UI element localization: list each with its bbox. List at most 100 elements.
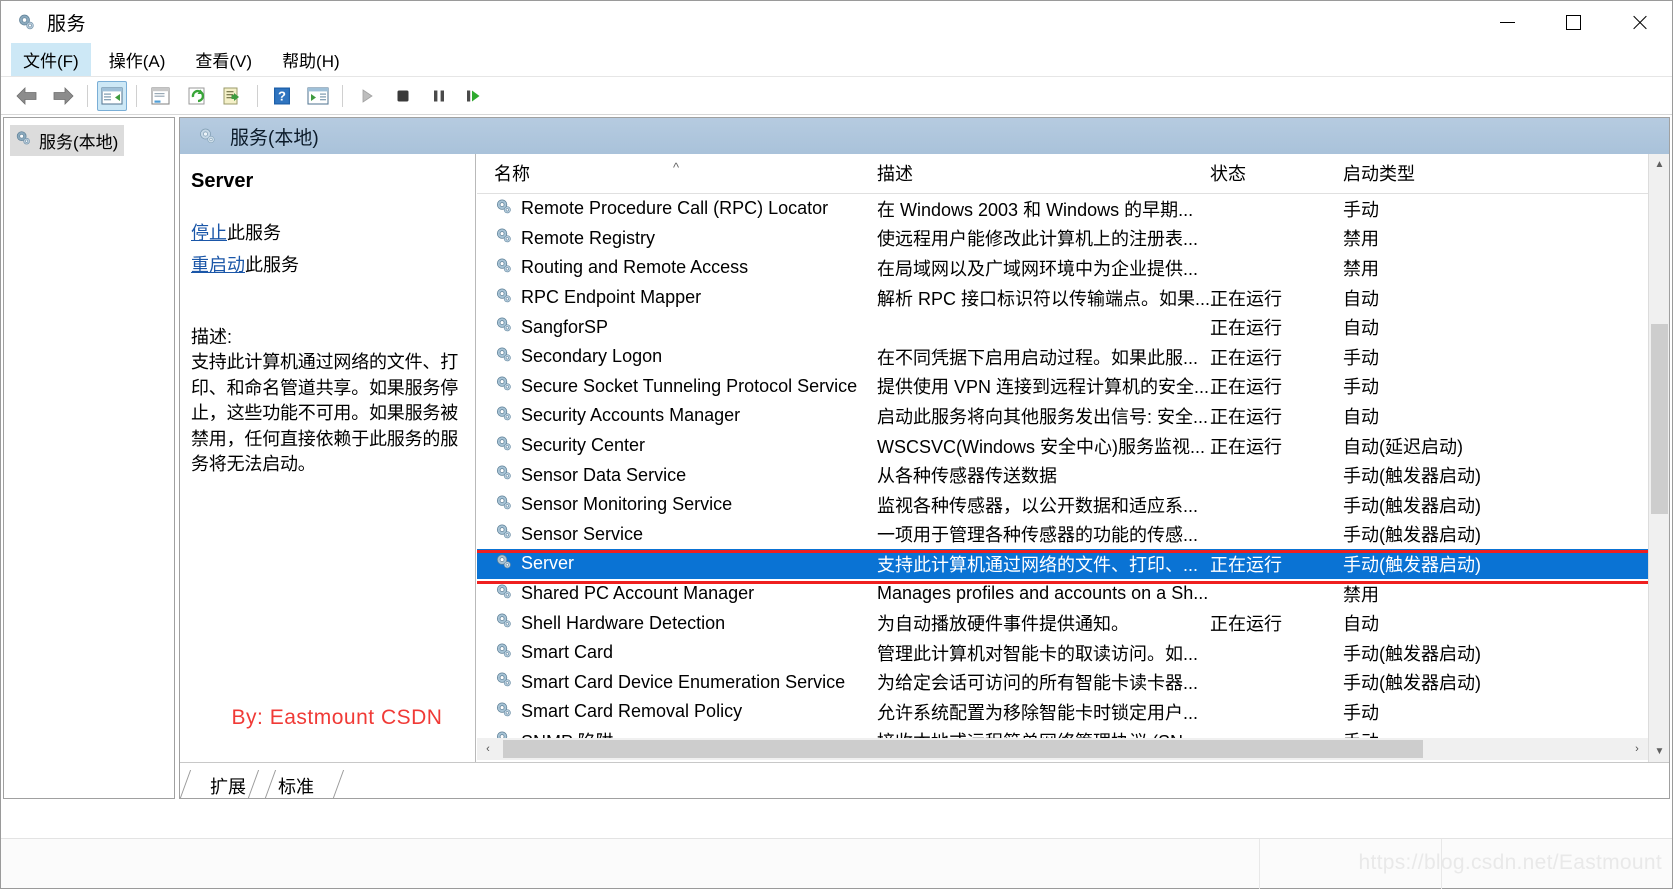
refresh-icon[interactable] [182, 81, 212, 111]
sidebar-item-label: 服务(本地) [39, 133, 119, 152]
restart-service-icon[interactable] [460, 81, 490, 111]
cell-status: 正在运行 [1210, 436, 1282, 457]
cell-status: 正在运行 [1210, 406, 1282, 427]
scroll-right-arrow-icon[interactable]: › [1626, 738, 1648, 760]
service-name-text: Server [521, 553, 575, 574]
services-gear-icon [14, 129, 32, 152]
maximize-button[interactable] [1540, 1, 1606, 43]
start-service-icon[interactable] [352, 81, 382, 111]
scroll-down-arrow-icon[interactable]: ▼ [1649, 741, 1670, 762]
back-arrow-icon[interactable] [12, 81, 42, 111]
forward-arrow-icon[interactable] [48, 81, 78, 111]
show-hide-tree-icon[interactable] [97, 80, 127, 111]
table-row[interactable]: Secure Socket Tunneling Protocol Service… [477, 372, 1669, 402]
cell-startup-type: 手动 [1343, 199, 1379, 220]
service-name-text: Security Accounts Manager [521, 405, 741, 426]
table-row[interactable]: Smart Card 管理此计算机对智能卡的取读访问。如... 手动(触发器启动) [477, 638, 1669, 668]
table-row[interactable]: Sensor Data Service 从各种传感器传送数据 手动(触发器启动) [477, 460, 1669, 490]
export-list-icon[interactable] [218, 81, 248, 111]
services-gear-icon [494, 700, 513, 724]
menu-help[interactable]: 帮助(H) [270, 43, 352, 76]
results-pane: 服务(本地) Server 停止此服务 重启动此服务 描述: 支持此计算机通过网… [179, 117, 1670, 799]
cell-service-name: Remote Procedure Call (RPC) Locator [477, 197, 877, 221]
status-strip: https://blog.csdn.net/Eastmount [1, 838, 1672, 889]
help-icon[interactable]: ? [267, 81, 297, 111]
cell-startup-type: 自动 [1343, 288, 1379, 309]
table-row[interactable]: Server 支持此计算机通过网络的文件、打印、... 正在运行 手动(触发器启动) [477, 549, 1669, 579]
cell-description: 监视各种传感器，以公开数据和适应系... [877, 495, 1199, 516]
table-row[interactable]: Routing and Remote Access 在局域网以及广域网环境中为企业… [477, 253, 1669, 283]
column-header-startup-type[interactable]: 启动类型 [1343, 160, 1603, 193]
tab-standard[interactable]: 标准 [262, 770, 330, 798]
cell-service-name: RPC Endpoint Mapper [477, 286, 877, 310]
cell-service-name: Security Center [477, 434, 877, 458]
table-row[interactable]: Shell Hardware Detection 为自动播放硬件事件提供通知。 正在… [477, 608, 1669, 638]
cell-startup-type: 自动 [1343, 614, 1379, 635]
service-name-text: Sensor Data Service [521, 464, 687, 485]
menu-action[interactable]: 操作(A) [97, 43, 178, 76]
sidebar-item-services-local[interactable]: 服务(本地) [10, 125, 125, 156]
cell-status: 正在运行 [1210, 347, 1282, 368]
table-row[interactable]: Sensor Monitoring Service 监视各种传感器，以公开数据和适… [477, 490, 1669, 520]
cell-service-name: Smart Card [477, 641, 877, 665]
console-tree-pane: 服务(本地) [3, 117, 175, 799]
table-row[interactable]: SangforSP 正在运行 自动 [477, 312, 1669, 342]
cell-service-name: Shared PC Account Manager [477, 582, 877, 606]
table-row[interactable]: Shared PC Account Manager Manages profile… [477, 579, 1669, 609]
column-header-status[interactable]: 状态 [1210, 160, 1343, 193]
vertical-scroll-thumb[interactable] [1651, 324, 1668, 514]
stop-service-link[interactable]: 停止 [191, 223, 227, 243]
minimize-button[interactable] [1474, 1, 1540, 43]
horizontal-scrollbar[interactable]: ‹ › [477, 738, 1648, 760]
cell-description: Manages profiles and accounts on a Sh... [877, 583, 1209, 604]
services-window: 服务 文件(F) 操作(A) 查看(V) 帮助(H) ? 服务(本地) 服务(本… [0, 0, 1673, 889]
stop-service-icon[interactable] [388, 81, 418, 111]
vertical-scrollbar[interactable]: ▲ ▼ [1648, 154, 1669, 762]
table-row[interactable]: Security Center WSCSVC(Windows 安全中心)服务监视.… [477, 431, 1669, 461]
table-row[interactable]: Smart Card Device Enumeration Service 为给定… [477, 668, 1669, 698]
menu-bar: 文件(F) 操作(A) 查看(V) 帮助(H) [1, 43, 1672, 77]
cell-description: 在局域网以及广域网环境中为企业提供... [877, 258, 1199, 279]
column-header-description[interactable]: 描述 [877, 160, 1210, 193]
services-gear-icon [494, 434, 513, 458]
cell-service-name: SangforSP [477, 315, 877, 339]
svg-text:?: ? [278, 88, 286, 103]
table-row[interactable]: Smart Card Removal Policy 允许系统配置为移除智能卡时锁定… [477, 697, 1669, 727]
cell-startup-type: 手动(触发器启动) [1343, 554, 1481, 575]
menu-view[interactable]: 查看(V) [183, 43, 264, 76]
service-name-text: Remote Procedure Call (RPC) Locator [521, 198, 829, 219]
services-gear-icon [15, 11, 37, 33]
scroll-left-arrow-icon[interactable]: ‹ [477, 738, 499, 760]
table-row[interactable]: RPC Endpoint Mapper 解析 RPC 接口标识符以传输端点。如果.… [477, 283, 1669, 313]
scroll-up-arrow-icon[interactable]: ▲ [1649, 154, 1670, 175]
cell-startup-type: 自动 [1343, 318, 1379, 339]
cell-startup-type: 禁用 [1343, 258, 1379, 279]
table-row[interactable]: Security Accounts Manager 启动此服务将向其他服务发出信号… [477, 401, 1669, 431]
service-name-text: Routing and Remote Access [521, 257, 749, 278]
services-gear-icon [494, 463, 513, 487]
services-gear-icon [494, 493, 513, 517]
table-row[interactable]: Remote Procedure Call (RPC) Locator 在 Win… [477, 194, 1669, 224]
show-action-pane-icon[interactable] [303, 81, 333, 111]
services-gear-icon [494, 611, 513, 635]
services-gear-icon [494, 197, 513, 221]
close-button[interactable] [1606, 1, 1672, 43]
horizontal-scroll-thumb[interactable] [503, 740, 1423, 758]
cell-description: 解析 RPC 接口标识符以传输端点。如果... [877, 288, 1210, 309]
table-row[interactable]: Remote Registry 使远程用户能修改此计算机上的注册表... 禁用 [477, 224, 1669, 254]
restart-service-link[interactable]: 重启动 [191, 255, 245, 275]
pause-service-icon[interactable] [424, 81, 454, 111]
services-gear-icon [494, 552, 513, 576]
properties-icon[interactable] [146, 81, 176, 111]
results-pane-header: 服务(本地) [180, 118, 1669, 154]
cell-description: 从各种传感器传送数据 [877, 466, 1057, 487]
stop-service-suffix: 此服务 [227, 223, 281, 243]
description-text: 支持此计算机通过网络的文件、打印、和命名管道共享。如果服务停止，这些功能不可用。… [191, 352, 458, 475]
services-gear-icon [494, 226, 513, 250]
table-row[interactable]: Sensor Service 一项用于管理各种传感器的功能的传感... 手动(触发器… [477, 520, 1669, 550]
cell-startup-type: 手动(触发器启动) [1343, 495, 1481, 516]
table-row[interactable]: Secondary Logon 在不同凭据下启用启动过程。如果此服... 正在运行 手… [477, 342, 1669, 372]
cell-description: 启动此服务将向其他服务发出信号: 安全... [877, 406, 1209, 427]
cell-service-name: Routing and Remote Access [477, 256, 877, 280]
menu-file[interactable]: 文件(F) [11, 43, 91, 76]
